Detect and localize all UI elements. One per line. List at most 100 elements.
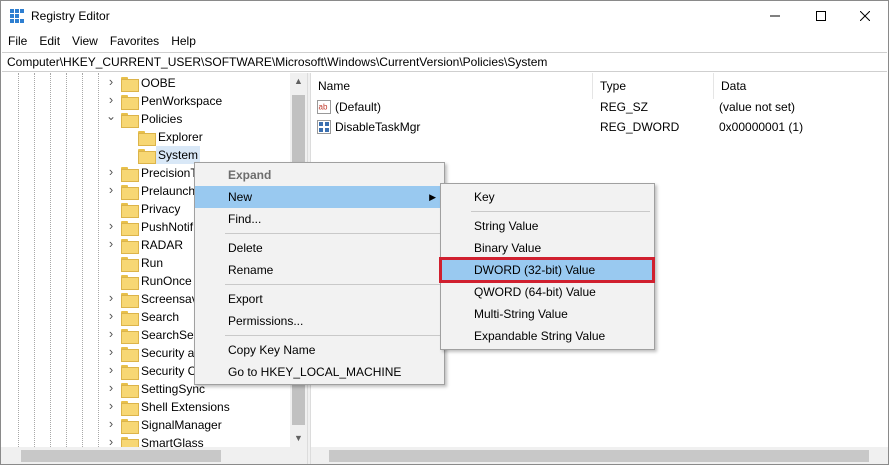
new-submenu-item-qword-64-bit-value[interactable]: QWORD (64-bit) Value xyxy=(441,281,654,303)
tree-horizontal-scrollbar[interactable] xyxy=(1,447,307,464)
annotation-highlight-box xyxy=(439,257,655,283)
minimize-icon xyxy=(770,15,780,17)
new-submenu-item-expandable-string-value[interactable]: Expandable String Value xyxy=(441,325,654,347)
values-hscroll-thumb[interactable] xyxy=(329,450,869,462)
folder-icon xyxy=(121,274,139,290)
tree-item-screensav[interactable]: › Screensav xyxy=(109,290,198,308)
folder-icon xyxy=(121,310,139,326)
chevron-right-icon[interactable]: › xyxy=(106,417,116,430)
menu-edit[interactable]: Edit xyxy=(33,31,66,51)
address-bar[interactable]: Computer\HKEY_CURRENT_USER\SOFTWARE\Micr… xyxy=(2,52,887,72)
tree-item-run[interactable]: Run xyxy=(121,254,163,272)
context-menu-item-export[interactable]: Export xyxy=(195,288,444,310)
tree-item-radar[interactable]: › RADAR xyxy=(109,236,183,254)
column-header-name[interactable]: Name xyxy=(311,73,593,99)
folder-icon xyxy=(121,76,139,92)
chevron-right-icon[interactable]: › xyxy=(106,345,116,358)
tree-item-explorer[interactable]: Explorer xyxy=(138,128,203,146)
minimize-button[interactable] xyxy=(752,1,798,31)
folder-icon xyxy=(121,112,139,128)
context-menu-item-new[interactable]: New ▶ xyxy=(195,186,444,208)
chevron-right-icon[interactable]: › xyxy=(106,165,116,178)
chevron-right-icon[interactable]: › xyxy=(106,309,116,322)
registry-editor-icon xyxy=(10,9,24,23)
tree-item-search[interactable]: › Search xyxy=(109,308,180,326)
menu-item-label: Export xyxy=(228,292,263,306)
tree-item-label: SignalManager xyxy=(141,418,222,432)
chevron-right-icon[interactable]: › xyxy=(106,219,116,232)
values-horizontal-scrollbar[interactable] xyxy=(311,447,888,464)
chevron-right-icon[interactable]: › xyxy=(106,381,116,394)
scroll-down-arrow-icon[interactable]: ▼ xyxy=(290,430,307,447)
menu-help[interactable]: Help xyxy=(165,31,202,51)
tree-item-label: Search xyxy=(141,310,180,324)
tree-item-oobe[interactable]: › OOBE xyxy=(109,74,176,92)
tree-item-runonce[interactable]: RunOnce xyxy=(121,272,192,290)
chevron-right-icon[interactable]: › xyxy=(106,327,116,340)
menu-favorites[interactable]: Favorites xyxy=(104,31,165,51)
close-icon xyxy=(860,11,870,21)
menu-item-label: Permissions... xyxy=(228,314,304,328)
chevron-right-icon[interactable]: › xyxy=(106,435,116,447)
tree-item-penworkspace[interactable]: › PenWorkspace xyxy=(109,92,222,110)
tree-item-smartglass[interactable]: › SmartGlass xyxy=(109,434,204,447)
chevron-right-icon[interactable]: › xyxy=(106,399,116,412)
tree-item-security-c[interactable]: › Security C xyxy=(109,362,197,380)
chevron-right-icon[interactable]: › xyxy=(106,237,116,250)
value-row[interactable]: ab (Default) REG_SZ (value not set) xyxy=(311,97,888,117)
chevron-right-icon[interactable]: › xyxy=(106,291,116,304)
folder-icon xyxy=(121,400,139,416)
column-header-type[interactable]: Type xyxy=(593,73,714,99)
chevron-right-icon[interactable]: › xyxy=(106,93,116,106)
tree-item-prelaunch[interactable]: › Prelaunch xyxy=(109,182,195,200)
context-menu-item-permissions[interactable]: Permissions... xyxy=(195,310,444,332)
column-header-data[interactable]: Data xyxy=(714,73,888,99)
value-type: REG_DWORD xyxy=(600,120,680,134)
tree-item-security-a[interactable]: › Security a xyxy=(109,344,194,362)
svg-text:ab: ab xyxy=(319,103,328,112)
tree-item-label: SearchSet xyxy=(141,328,198,342)
new-submenu-item-key[interactable]: Key xyxy=(441,186,654,208)
menu-file[interactable]: File xyxy=(1,31,33,51)
context-menu-item-go-to-hkey-local-machine[interactable]: Go to HKEY_LOCAL_MACHINE xyxy=(195,361,444,383)
chevron-right-icon[interactable]: › xyxy=(106,363,116,376)
tree-guide-lines xyxy=(1,73,121,447)
tree-item-searchset[interactable]: › SearchSet xyxy=(109,326,198,344)
tree-item-privacy[interactable]: Privacy xyxy=(121,200,180,218)
value-row[interactable]: DisableTaskMgr REG_DWORD 0x00000001 (1) xyxy=(311,117,888,137)
menu-item-label: Key xyxy=(474,190,495,204)
close-button[interactable] xyxy=(842,1,888,31)
menu-item-label: Multi-String Value xyxy=(474,307,568,321)
menu-item-label: Binary Value xyxy=(474,241,542,255)
chevron-right-icon[interactable]: › xyxy=(106,75,116,88)
tree-item-policies[interactable]: ⌄ Policies xyxy=(106,110,182,128)
folder-icon xyxy=(121,328,139,344)
submenu-arrow-icon: ▶ xyxy=(429,192,436,202)
chevron-right-icon[interactable]: › xyxy=(106,183,116,196)
context-menu-item-rename[interactable]: Rename xyxy=(195,259,444,281)
new-submenu-item-binary-value[interactable]: Binary Value xyxy=(441,237,654,259)
maximize-button[interactable] xyxy=(798,1,844,31)
tree-hscroll-thumb[interactable] xyxy=(21,450,221,462)
chevron-down-icon[interactable]: ⌄ xyxy=(106,110,116,123)
tree-item-settingsync[interactable]: › SettingSync xyxy=(109,380,205,398)
tree-item-system[interactable]: System xyxy=(138,146,201,164)
new-submenu-item-multi-string-value[interactable]: Multi-String Value xyxy=(441,303,654,325)
tree-item-pushnotif[interactable]: › PushNotif xyxy=(109,218,193,236)
tree-item-label: Security C xyxy=(141,364,197,378)
folder-icon xyxy=(121,184,139,200)
tree-item-label: Run xyxy=(141,256,164,270)
new-submenu-item-string-value[interactable]: String Value xyxy=(441,215,654,237)
tree-item-signalmanager[interactable]: › SignalManager xyxy=(109,416,222,434)
maximize-icon xyxy=(816,11,826,21)
tree-item-precisiont[interactable]: › PrecisionT xyxy=(109,164,198,182)
menu-view[interactable]: View xyxy=(66,31,104,51)
tree-item-shell-extensions[interactable]: › Shell Extensions xyxy=(109,398,230,416)
title-bar[interactable]: Registry Editor xyxy=(1,1,888,31)
value-type: REG_SZ xyxy=(600,100,649,114)
context-menu-item-find[interactable]: Find... xyxy=(195,208,444,230)
folder-icon xyxy=(121,436,139,447)
context-menu-item-delete[interactable]: Delete xyxy=(195,237,444,259)
scroll-up-arrow-icon[interactable]: ▲ xyxy=(290,73,307,90)
context-menu-item-copy-key-name[interactable]: Copy Key Name xyxy=(195,339,444,361)
